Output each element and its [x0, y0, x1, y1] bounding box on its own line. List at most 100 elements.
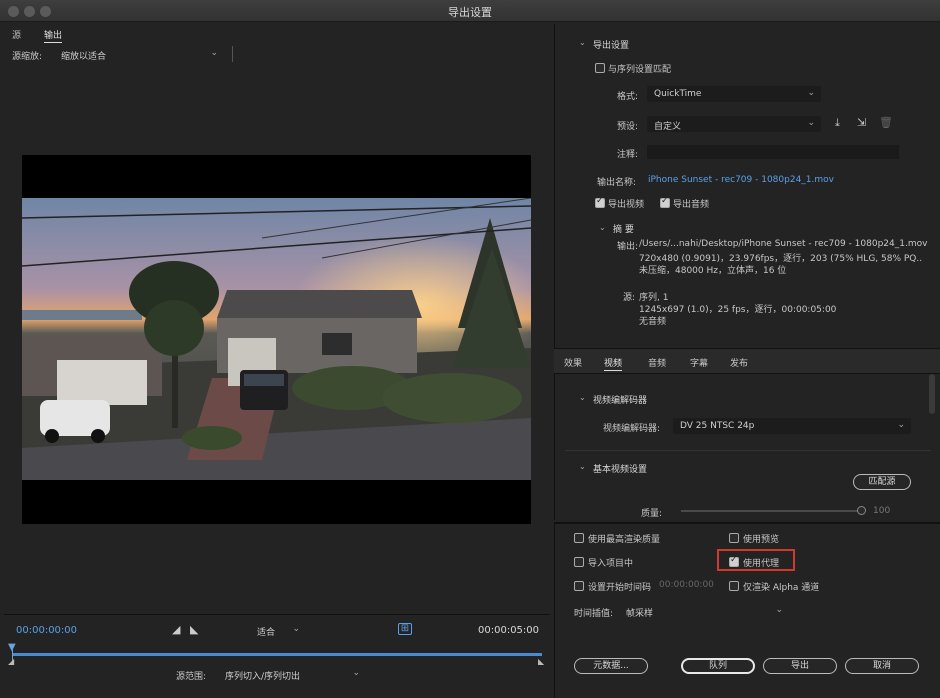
codec-label: 视频编解码器:: [603, 424, 661, 434]
save-preset-icon[interactable]: ⤓: [835, 116, 840, 130]
basic-video-header: 基本视频设置: [593, 465, 648, 475]
export-button[interactable]: 导出: [763, 658, 837, 674]
tab-captions[interactable]: 字幕: [690, 356, 708, 369]
video-frame-image: [22, 198, 531, 480]
source-range-dropdown[interactable]: 序列切入/序列切出 ⌄: [218, 666, 366, 682]
delete-preset-icon[interactable]: 🗑: [879, 116, 893, 129]
mark-out-icon[interactable]: ◣: [190, 623, 198, 636]
summary-source-label: 源:: [623, 293, 636, 303]
export-settings-header: 导出设置: [593, 41, 630, 51]
codec-value: DV 25 NTSC 24p: [680, 421, 755, 431]
export-video-label: 导出视频: [608, 200, 645, 210]
codec-chevron-icon[interactable]: ⌄: [579, 393, 586, 402]
chevron-down-icon: ⌄: [292, 624, 300, 634]
mark-in-icon[interactable]: ◢: [172, 623, 180, 636]
use-previews-checkbox[interactable]: [729, 533, 739, 543]
divider: [565, 450, 931, 451]
quality-value: 100: [873, 506, 891, 516]
output-name-link[interactable]: iPhone Sunset - rec709 - 1080p24_1.mov: [648, 175, 834, 185]
import-into-project-checkbox[interactable]: [574, 557, 584, 567]
set-aspect-icon[interactable]: ⊞: [398, 623, 412, 635]
export-settings-panel: ⌄ 导出设置 与序列设置匹配 格式: QuickTime ⌄ 预设: 自定义 ⌄…: [554, 24, 940, 348]
source-scale-label: 源缩放:: [12, 52, 43, 62]
summary-output-line: /Users/...nahi/Desktop/iPhone Sunset - r…: [639, 239, 928, 249]
use-proxies-checkbox[interactable]: [729, 555, 739, 567]
summary-output-label: 输出:: [617, 242, 639, 252]
cancel-button[interactable]: 取消: [845, 658, 919, 674]
quality-slider-track[interactable]: [681, 510, 861, 512]
summary-header: 摘 要: [613, 225, 634, 235]
chevron-down-icon: ⌄: [897, 420, 905, 430]
source-scale-dropdown[interactable]: 缩放以适合 ⌄: [54, 46, 224, 62]
divider: [232, 46, 233, 62]
format-value: QuickTime: [654, 89, 702, 99]
render-alpha-only-label: 仅渲染 Alpha 通道: [743, 583, 820, 593]
out-point-handle[interactable]: ◣: [538, 657, 544, 666]
chevron-down-icon: ⌄: [775, 605, 783, 615]
source-range-label: 源范围:: [176, 672, 207, 682]
start-timecode-value[interactable]: 00:00:00:00: [659, 580, 714, 590]
window-title: 导出设置: [448, 6, 492, 19]
comment-input[interactable]: [647, 145, 899, 159]
tab-output[interactable]: 输出: [44, 28, 63, 43]
summary-source-line: 1245x697 (1.0)，25 fps，逐行，00:00:05:00: [639, 305, 837, 315]
output-name-label: 输出名称:: [597, 178, 637, 188]
tab-source[interactable]: 源: [12, 28, 21, 41]
set-start-timecode-label: 设置开始时间码: [588, 583, 652, 593]
in-point-handle[interactable]: ◢: [8, 657, 14, 666]
preset-dropdown[interactable]: 自定义 ⌄: [647, 116, 821, 132]
basic-chevron-icon[interactable]: ⌄: [579, 462, 586, 471]
fit-dropdown[interactable]: 适合 ⌄: [250, 622, 306, 638]
import-into-project-label: 导入项目中: [588, 559, 634, 569]
export-audio-label: 导出音频: [673, 200, 710, 210]
set-start-timecode-checkbox[interactable]: [574, 581, 584, 591]
use-previews-label: 使用预览: [743, 535, 780, 545]
export-video-checkbox[interactable]: [595, 196, 605, 208]
export-options-panel: 使用最高渲染质量 使用预览 导入项目中 使用代理 设置开始时间码 00:00:0…: [554, 522, 940, 698]
tab-effects[interactable]: 效果: [564, 356, 582, 369]
match-sequence-checkbox[interactable]: [595, 63, 605, 73]
video-settings-panel: ⌄ 视频编解码器 视频编解码器: DV 25 NTSC 24p ⌄ ⌄ 基本视频…: [554, 374, 940, 520]
settings-tabs: 效果 视频 音频 字幕 发布: [554, 348, 940, 374]
summary-source-line: 无音频: [639, 317, 667, 327]
format-label: 格式:: [617, 92, 639, 102]
export-audio-checkbox[interactable]: [660, 196, 670, 208]
queue-button[interactable]: 队列: [681, 658, 755, 674]
import-preset-icon[interactable]: ⇲: [857, 116, 866, 129]
source-scale-value: 缩放以适合: [61, 52, 107, 62]
fit-value: 适合: [257, 628, 276, 638]
tab-audio[interactable]: 音频: [648, 356, 666, 369]
chevron-down-icon: ⌄: [210, 48, 218, 58]
max-render-quality-checkbox[interactable]: [574, 533, 584, 543]
max-render-quality-label: 使用最高渲染质量: [588, 535, 661, 545]
time-interpolation-value: 帧采样: [626, 609, 654, 619]
time-interpolation-label: 时间插值:: [574, 609, 614, 619]
preset-label: 预设:: [617, 122, 639, 132]
tab-publish[interactable]: 发布: [730, 356, 748, 369]
quality-label: 质量:: [641, 509, 663, 519]
timecode-current[interactable]: 00:00:00:00: [16, 625, 77, 636]
title-bar: 导出设置: [0, 0, 940, 22]
preset-value: 自定义: [654, 122, 682, 132]
format-dropdown[interactable]: QuickTime ⌄: [647, 86, 821, 102]
use-proxies-label: 使用代理: [743, 559, 780, 569]
chevron-down-icon: ⌄: [352, 668, 360, 678]
summary-output-line: 未压缩，48000 Hz，立体声，16 位: [639, 266, 787, 276]
metadata-button[interactable]: 元数据...: [574, 658, 648, 674]
timeline-range-bar[interactable]: [12, 653, 542, 656]
render-alpha-only-checkbox[interactable]: [729, 581, 739, 591]
summary-chevron-icon[interactable]: ⌄: [599, 223, 606, 232]
tab-video[interactable]: 视频: [604, 356, 623, 371]
scrollbar-thumb[interactable]: [929, 374, 935, 414]
chevron-down-icon: ⌄: [807, 88, 815, 98]
match-sequence-label: 与序列设置匹配: [608, 65, 672, 75]
codec-dropdown[interactable]: DV 25 NTSC 24p ⌄: [673, 418, 911, 434]
quality-slider-thumb[interactable]: [857, 506, 866, 515]
codec-header: 视频编解码器: [593, 396, 648, 406]
timecode-duration: 00:00:05:00: [478, 625, 540, 636]
match-source-button[interactable]: 匹配源: [853, 474, 911, 490]
comment-label: 注释:: [617, 150, 639, 160]
time-interpolation-dropdown[interactable]: 帧采样 ⌄: [619, 603, 789, 619]
collapse-chevron-icon[interactable]: ⌄: [579, 38, 586, 47]
sunset-scene: [22, 198, 531, 480]
